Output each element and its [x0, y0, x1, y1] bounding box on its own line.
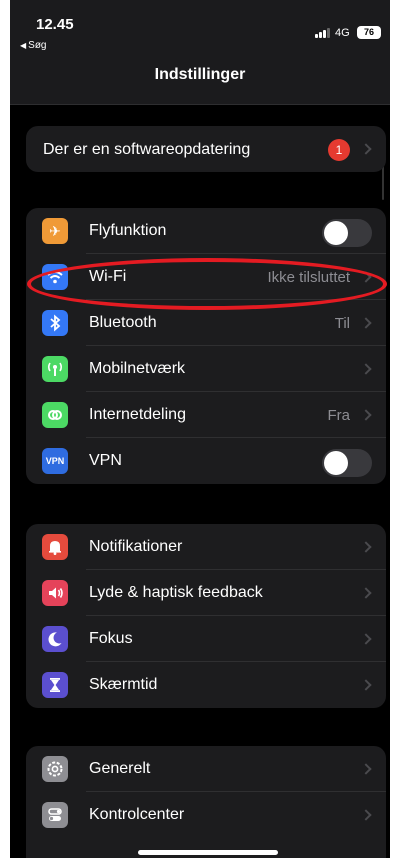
hotspot-status-value: Fra: [327, 407, 351, 424]
chevron-right-icon: [360, 271, 372, 283]
settings-row-bluetooth[interactable]: Bluetooth Til: [26, 300, 386, 346]
settings-row-hotspot[interactable]: Internetdeling Fra: [26, 392, 386, 438]
settings-row-sounds[interactable]: Lyde & haptisk feedback: [26, 570, 386, 616]
settings-row-airplane-mode[interactable]: ✈ Flyfunktion: [26, 208, 386, 254]
chevron-right-icon: [360, 633, 372, 645]
row-label: Fokus: [89, 630, 133, 647]
toggle-knob: [324, 451, 348, 475]
row-label: Internetdeling: [89, 406, 186, 423]
moon-icon: [42, 626, 68, 652]
settings-row-cellular[interactable]: Mobilnetværk: [26, 346, 386, 392]
battery-icon: 76: [357, 26, 381, 39]
settings-row-wifi[interactable]: Wi-Fi Ikke tilsluttet: [26, 254, 386, 300]
hotspot-icon: [42, 402, 68, 428]
antenna-icon: [42, 356, 68, 382]
chevron-right-icon: [360, 763, 372, 775]
row-label: Skærmtid: [89, 676, 158, 693]
back-label: Søg: [28, 40, 47, 51]
settings-row-notifications[interactable]: Notifikationer: [26, 524, 386, 570]
gear-icon: [42, 756, 68, 782]
connectivity-group: ✈ Flyfunktion Wi-Fi Ikke tilsluttet Blue…: [26, 208, 386, 484]
bell-icon: [42, 534, 68, 560]
vpn-icon: VPN: [42, 448, 68, 474]
toggle-knob: [324, 221, 348, 245]
home-indicator[interactable]: [138, 850, 278, 855]
settings-screen: 12.45 ◀ Søg 4G 76 Indstillinger Der er en…: [10, 0, 390, 858]
row-label: Bluetooth: [89, 314, 157, 331]
row-label: Notifikationer: [89, 538, 183, 555]
chevron-right-icon: [360, 363, 372, 375]
settings-row-general[interactable]: Generelt: [26, 746, 386, 792]
chevron-right-icon: [360, 317, 372, 329]
wifi-icon: [42, 264, 68, 290]
chevron-right-icon: [360, 679, 372, 691]
row-label: Mobilnetværk: [89, 360, 186, 377]
airplane-mode-toggle[interactable]: [322, 219, 372, 247]
chevron-right-icon: [360, 809, 372, 821]
bluetooth-icon: [42, 310, 68, 336]
chevron-right-icon: [360, 587, 372, 599]
update-count-badge: 1: [328, 139, 350, 161]
vpn-toggle[interactable]: [322, 449, 372, 477]
settings-row-control-center[interactable]: Kontrolcenter: [26, 792, 386, 838]
cellular-signal-icon: [315, 28, 331, 38]
page-title: Indstillinger: [154, 66, 246, 83]
airplane-icon: ✈: [42, 218, 68, 244]
row-label: Kontrolcenter: [89, 806, 185, 823]
row-label: Flyfunktion: [89, 222, 167, 239]
navigation-bar: 12.45 ◀ Søg 4G 76 Indstillinger: [10, 0, 390, 104]
status-time: 12.45: [36, 16, 74, 33]
switches-icon: [42, 802, 68, 828]
row-label: Lyde & haptisk feedback: [89, 584, 263, 601]
settings-row-screen-time[interactable]: Skærmtid: [26, 662, 386, 708]
back-arrow-icon: ◀: [20, 41, 27, 50]
software-update-label: Der er en softwareopdatering: [43, 141, 251, 158]
nav-divider: [10, 104, 390, 105]
notifications-group: Notifikationer Lyde & haptisk feedback F…: [26, 524, 386, 708]
hourglass-icon: [42, 672, 68, 698]
row-label: VPN: [89, 452, 122, 469]
chevron-right-icon: [360, 143, 372, 155]
settings-row-focus[interactable]: Fokus: [26, 616, 386, 662]
row-label: Wi-Fi: [89, 268, 127, 285]
chevron-right-icon: [360, 541, 372, 553]
chevron-right-icon: [360, 409, 372, 421]
bluetooth-status-value: Til: [334, 315, 350, 332]
speaker-icon: [42, 580, 68, 606]
back-to-search-link[interactable]: ◀ Søg: [20, 40, 47, 51]
settings-row-vpn[interactable]: VPN VPN: [26, 438, 386, 484]
row-label: Generelt: [89, 760, 151, 777]
software-update-row[interactable]: Der er en softwareopdatering 1: [26, 126, 386, 172]
network-type: 4G: [335, 27, 350, 39]
general-group: Generelt Kontrolcenter: [26, 746, 386, 858]
wifi-status-value: Ikke tilsluttet: [267, 269, 350, 286]
